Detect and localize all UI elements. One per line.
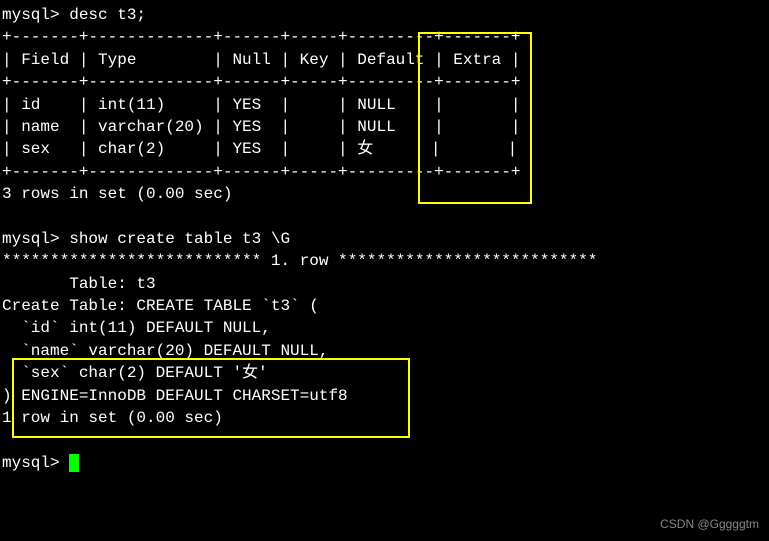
row-separator: *************************** 1. row *****… (2, 252, 597, 270)
result-message: 1 row in set (0.00 sec) (2, 409, 223, 427)
table-header: | Field | Type | Null | Key | Default | … (2, 51, 520, 69)
table-border: +-------+-------------+------+-----+----… (2, 163, 520, 181)
prompt-line[interactable]: mysql> show create table t3 \G (2, 230, 290, 248)
terminal-output: mysql> desc t3; +-------+-------------+-… (0, 0, 769, 478)
table-name-line: Table: t3 (2, 275, 156, 293)
table-border: +-------+-------------+------+-----+----… (2, 28, 520, 46)
prompt-line[interactable]: mysql> desc t3; (2, 6, 146, 24)
table-border: +-------+-------------+------+-----+----… (2, 73, 520, 91)
table-row: | name | varchar(20) | YES | | NULL | | (2, 118, 520, 136)
create-table-line: Create Table: CREATE TABLE `t3` ( (2, 297, 319, 315)
engine-line: ) ENGINE=InnoDB DEFAULT CHARSET=utf8 (2, 387, 348, 405)
prompt-line[interactable]: mysql> (2, 454, 79, 472)
column-def: `id` int(11) DEFAULT NULL, (2, 319, 271, 337)
table-row: | id | int(11) | YES | | NULL | | (2, 96, 520, 114)
watermark-text: CSDN @Gggggtm (660, 516, 759, 533)
cursor-icon (69, 454, 79, 472)
result-message: 3 rows in set (0.00 sec) (2, 185, 232, 203)
column-def: `sex` char(2) DEFAULT '女' (2, 364, 268, 382)
column-def: `name` varchar(20) DEFAULT NULL, (2, 342, 328, 360)
table-row: | sex | char(2) | YES | | 女 | | (2, 140, 517, 158)
